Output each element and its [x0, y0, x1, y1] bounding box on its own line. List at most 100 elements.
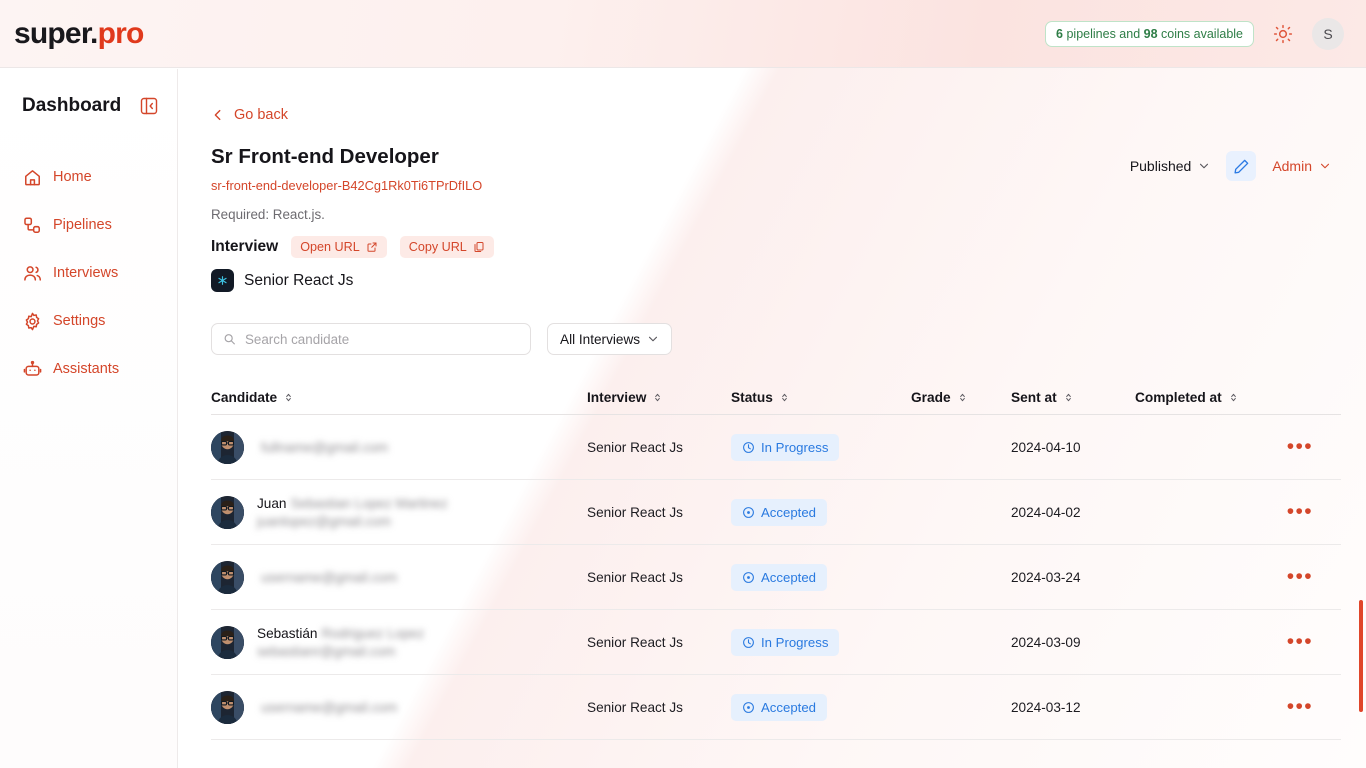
more-horizontal-icon[interactable]: •••	[1287, 507, 1313, 517]
candidate-redacted-email: juanlopez@gmail.com	[257, 514, 391, 529]
sent-at-cell: 2024-04-02	[1011, 505, 1135, 520]
interview-cell: Senior React Js	[587, 505, 731, 520]
search-candidate-box[interactable]	[211, 323, 531, 355]
row-actions-cell: •••	[1281, 702, 1341, 712]
status-label: In Progress	[761, 635, 828, 650]
column-header-sent-at[interactable]: Sent at	[1011, 390, 1135, 405]
page-title: Sr Front-end Developer	[211, 145, 482, 169]
sun-icon[interactable]	[1270, 21, 1296, 47]
candidate-text: Sebastián Rodriguez Lopez sebastianr@gma…	[257, 626, 424, 659]
app-root: super.pro 6 pipelines and 98 coins avail…	[0, 0, 1366, 768]
candidate-cell: Juan Sebastian Lopez Martinez juanlopez@…	[211, 496, 587, 529]
table-row[interactable]: Juan Sebastian Lopez Martinez juanlopez@…	[211, 480, 1341, 545]
table-row[interactable]: Sebastián Rodriguez Lopez sebastianr@gma…	[211, 610, 1341, 675]
panel-collapse-icon[interactable]	[138, 96, 159, 117]
go-back-button[interactable]: Go back	[211, 107, 288, 123]
sidebar-item-label: Settings	[53, 313, 105, 329]
candidate-cell: Sebastián Rodriguez Lopez sebastianr@gma…	[211, 626, 587, 659]
sidebar-item-home[interactable]: Home	[0, 153, 177, 201]
status-label: Accepted	[761, 700, 816, 715]
avatar	[211, 561, 244, 594]
job-slug-link[interactable]: sr-front-end-developer-B42Cg1Rk0Ti6TPrDf…	[211, 178, 482, 193]
sort-icon	[1063, 392, 1074, 403]
edit-job-button[interactable]	[1226, 151, 1256, 181]
candidates-table: Candidate Interview Status Grade	[211, 381, 1341, 740]
sidebar-item-label: Interviews	[53, 265, 118, 281]
status-label: Accepted	[761, 570, 816, 585]
row-actions-cell: •••	[1281, 442, 1341, 452]
status-label: Accepted	[761, 505, 816, 520]
status-badge[interactable]: Accepted	[731, 694, 827, 721]
candidate-cell: username@gmail.com	[211, 561, 587, 594]
table-row[interactable]: fullname@gmail.com Senior React Js In Pr…	[211, 415, 1341, 480]
sort-icon	[283, 392, 294, 403]
more-horizontal-icon[interactable]: •••	[1287, 637, 1313, 647]
search-input[interactable]	[245, 332, 519, 347]
sent-at-cell: 2024-03-09	[1011, 635, 1135, 650]
column-label: Grade	[911, 390, 951, 405]
header-right-controls: 6 pipelines and 98 coins available S	[1045, 18, 1344, 50]
candidate-text: Juan Sebastian Lopez Martinez juanlopez@…	[257, 496, 448, 529]
more-horizontal-icon[interactable]: •••	[1287, 442, 1313, 452]
sort-icon	[957, 392, 968, 403]
status-cell: In Progress	[731, 434, 911, 461]
role-dropdown[interactable]: Admin	[1270, 154, 1333, 178]
interview-heading: Interview	[211, 238, 278, 256]
job-required-text: Required: React.js.	[211, 207, 482, 222]
sidebar-item-interviews[interactable]: Interviews	[0, 249, 177, 297]
sidebar-title: Dashboard	[22, 95, 121, 117]
column-header-grade[interactable]: Grade	[911, 390, 1011, 405]
page-scrollbar[interactable]	[1359, 600, 1363, 712]
sidebar-item-pipelines[interactable]: Pipelines	[0, 201, 177, 249]
more-horizontal-icon[interactable]: •••	[1287, 702, 1313, 712]
status-badge[interactable]: In Progress	[731, 434, 839, 461]
open-url-label: Open URL	[300, 240, 360, 254]
role-label: Admin	[1272, 158, 1312, 174]
open-url-button[interactable]: Open URL	[291, 236, 387, 258]
candidate-redacted-text: Rodriguez Lopez	[321, 626, 424, 641]
status-badge[interactable]: Accepted	[731, 499, 827, 526]
more-horizontal-icon[interactable]: •••	[1287, 572, 1313, 582]
column-header-completed-at[interactable]: Completed at	[1135, 390, 1281, 405]
gear-icon	[22, 311, 42, 331]
interview-item[interactable]: Senior React Js	[211, 269, 1366, 292]
sidebar-header: Dashboard	[0, 95, 177, 117]
copy-url-button[interactable]: Copy URL	[400, 236, 494, 258]
chevron-left-icon	[211, 108, 225, 122]
column-header-status[interactable]: Status	[731, 390, 911, 405]
table-row[interactable]: username@gmail.com Senior React Js Accep…	[211, 675, 1341, 740]
publish-status-dropdown[interactable]: Published	[1128, 154, 1213, 178]
status-badge[interactable]: Accepted	[731, 564, 827, 591]
column-header-interview[interactable]: Interview	[587, 390, 731, 405]
avatar	[211, 626, 244, 659]
candidate-name-line: Sebastián Rodriguez Lopez	[257, 626, 424, 641]
interview-filter-label: All Interviews	[560, 332, 640, 347]
sidebar: Dashboard Home	[0, 69, 178, 768]
avatar	[211, 496, 244, 529]
candidate-text: username@gmail.com	[257, 700, 397, 715]
pipelines-icon	[22, 215, 42, 235]
table-row[interactable]: username@gmail.com Senior React Js Accep…	[211, 545, 1341, 610]
robot-icon	[22, 359, 42, 379]
interview-section-header: Interview Open URL Copy URL	[211, 236, 1366, 258]
status-cell: Accepted	[731, 694, 911, 721]
user-avatar[interactable]: S	[1312, 18, 1344, 50]
column-header-candidate[interactable]: Candidate	[211, 390, 587, 405]
status-badge[interactable]: In Progress	[731, 629, 839, 656]
sidebar-item-label: Home	[53, 169, 92, 185]
credits-text-1: pipelines and	[1063, 27, 1144, 41]
candidate-text: fullname@gmail.com	[257, 440, 388, 455]
search-icon	[223, 332, 236, 346]
coins-count: 98	[1144, 27, 1158, 41]
sidebar-item-label: Pipelines	[53, 217, 112, 233]
sidebar-item-assistants[interactable]: Assistants	[0, 345, 177, 393]
sent-at-cell: 2024-04-10	[1011, 440, 1135, 455]
top-header-bar: super.pro 6 pipelines and 98 coins avail…	[0, 0, 1366, 68]
candidate-cell: fullname@gmail.com	[211, 431, 587, 464]
app-logo[interactable]: super.pro	[14, 17, 144, 51]
interview-filter-select[interactable]: All Interviews	[547, 323, 672, 355]
sort-icon	[652, 392, 663, 403]
check-circle-icon	[742, 506, 755, 519]
table-body: fullname@gmail.com Senior React Js In Pr…	[211, 415, 1341, 740]
sidebar-item-settings[interactable]: Settings	[0, 297, 177, 345]
